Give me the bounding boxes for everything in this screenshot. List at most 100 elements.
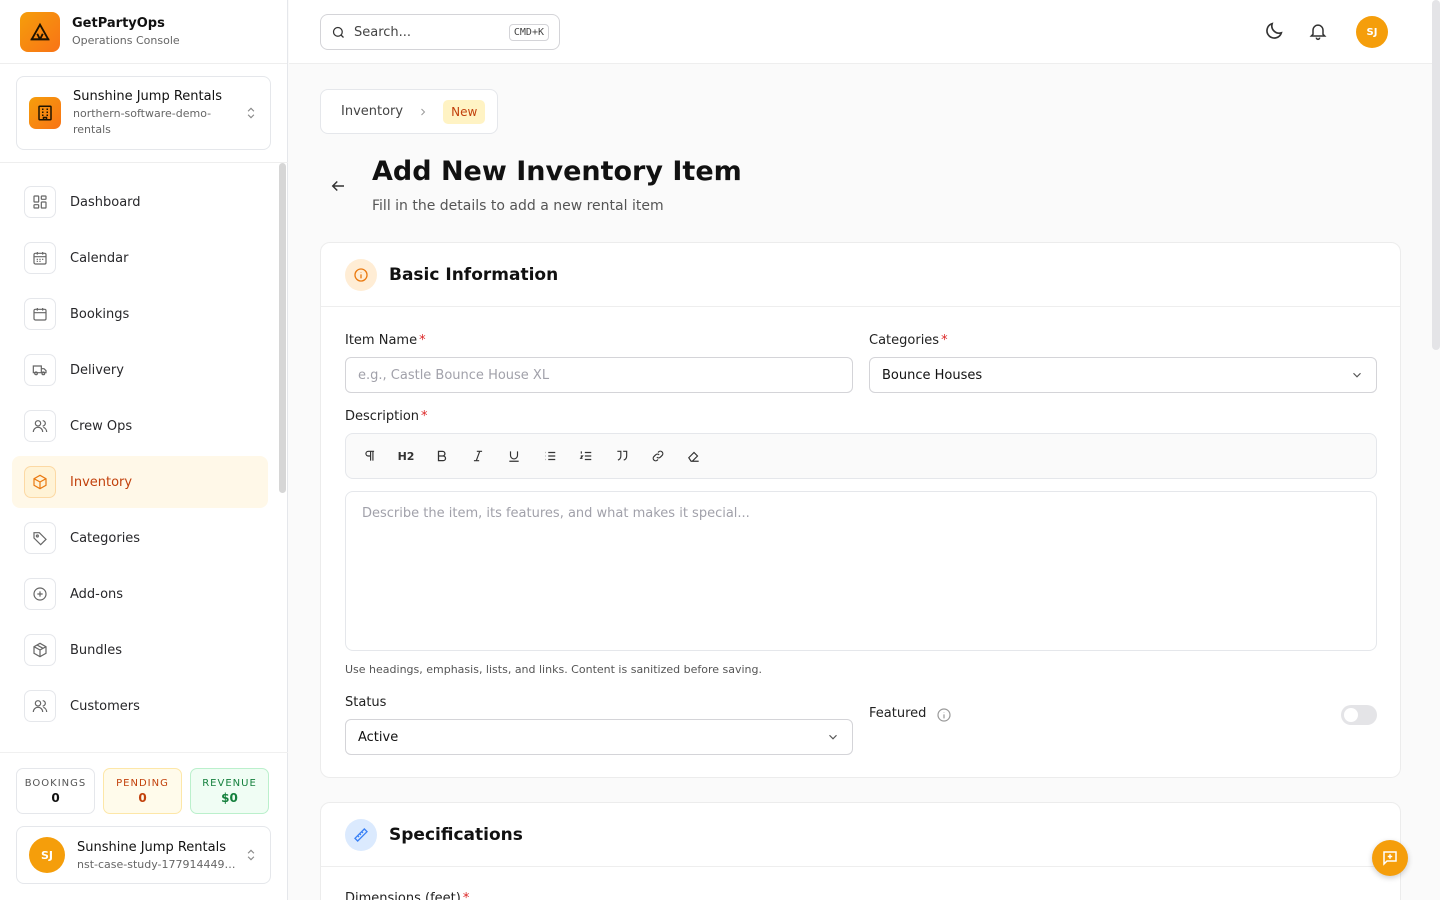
specifications-card: Specifications Dimensions (feet) * bbox=[320, 802, 1401, 900]
info-icon[interactable] bbox=[936, 707, 952, 723]
moon-icon[interactable] bbox=[1263, 20, 1285, 42]
feedback-button[interactable] bbox=[1372, 840, 1408, 876]
message-plus-icon bbox=[1383, 851, 1397, 866]
sidebar-item-label: Inventory bbox=[70, 474, 133, 490]
tag-icon bbox=[24, 522, 56, 554]
plus-circle-icon bbox=[24, 578, 56, 610]
stat-revenue: REVENUE $0 bbox=[190, 768, 269, 814]
topbar: Search... CMD+K SJ bbox=[289, 0, 1440, 64]
bullet-list-icon[interactable] bbox=[540, 446, 560, 466]
search-placeholder: Search... bbox=[354, 24, 412, 40]
stat-pending: PENDING 0 bbox=[103, 768, 182, 814]
search-input[interactable]: Search... CMD+K bbox=[320, 14, 560, 50]
page-scrollbar[interactable] bbox=[1432, 0, 1440, 350]
chevron-right-icon bbox=[421, 108, 426, 115]
package-icon bbox=[24, 634, 56, 666]
breadcrumb-inventory[interactable]: Inventory bbox=[341, 104, 403, 119]
brand-name: GetPartyOps bbox=[72, 16, 165, 31]
users-icon bbox=[24, 690, 56, 722]
sidebar-item-customers[interactable]: Customers bbox=[12, 680, 268, 732]
avatar: SJ bbox=[29, 837, 65, 873]
search-icon bbox=[332, 26, 344, 38]
sidebar-scrollbar[interactable] bbox=[279, 163, 286, 493]
sidebar-stats: BOOKINGS 0 PENDING 0 REVENUE $0 bbox=[16, 768, 269, 814]
status-label: Status bbox=[345, 695, 387, 710]
tent-icon bbox=[30, 22, 50, 40]
sidebar-nav: Dashboard Calendar Bookings Delivery Cre… bbox=[12, 176, 268, 736]
grid-icon bbox=[24, 186, 56, 218]
underline-icon[interactable] bbox=[504, 446, 524, 466]
brand-header: GetPartyOps Operations Console bbox=[0, 0, 287, 64]
sidebar-item-label: Customers bbox=[70, 698, 140, 714]
sidebar-item-label: Crew Ops bbox=[70, 418, 133, 434]
status-select[interactable]: Active bbox=[345, 719, 853, 755]
truck-icon bbox=[24, 354, 56, 386]
search-shortcut: CMD+K bbox=[508, 23, 549, 41]
numbered-list-icon[interactable] bbox=[576, 446, 596, 466]
breadcrumb-current: New bbox=[443, 99, 486, 124]
card-header: Basic Information bbox=[321, 243, 1400, 307]
categories-label: Categories * bbox=[869, 333, 948, 348]
description-editor[interactable]: Describe the item, its features, and wha… bbox=[345, 491, 1377, 651]
description-help-text: Use headings, emphasis, lists, and links… bbox=[345, 663, 762, 676]
page-title: Add New Inventory Item bbox=[372, 156, 742, 187]
chevron-up-down-icon bbox=[247, 849, 255, 861]
sidebar-item-crew-ops[interactable]: Crew Ops bbox=[12, 400, 268, 452]
sidebar: GetPartyOps Operations Console Sunshine … bbox=[0, 0, 288, 900]
chevron-down-icon bbox=[829, 734, 837, 740]
sidebar-item-inventory[interactable]: Inventory bbox=[12, 456, 268, 508]
sidebar-item-delivery[interactable]: Delivery bbox=[12, 344, 268, 396]
sidebar-item-calendar[interactable]: Calendar bbox=[12, 232, 268, 284]
page-subtitle: Fill in the details to add a new rental … bbox=[372, 198, 664, 214]
back-arrow-icon[interactable] bbox=[329, 177, 347, 195]
description-label: Description * bbox=[345, 409, 428, 424]
card-title: Basic Information bbox=[389, 264, 559, 285]
paragraph-icon[interactable] bbox=[360, 446, 380, 466]
sidebar-item-label: Calendar bbox=[70, 250, 129, 266]
sidebar-item-add-ons[interactable]: Add-ons bbox=[12, 568, 268, 620]
sidebar-item-label: Bookings bbox=[70, 306, 130, 322]
sidebar-item-label: Categories bbox=[70, 530, 141, 546]
sidebar-item-label: Dashboard bbox=[70, 194, 141, 210]
box-icon bbox=[24, 466, 56, 498]
sidebar-divider bbox=[0, 752, 288, 753]
eraser-icon[interactable] bbox=[684, 446, 704, 466]
user-name: Sunshine Jump Rentals bbox=[77, 839, 226, 855]
dimensions-label: Dimensions (feet) * bbox=[345, 891, 470, 900]
sidebar-item-bundles[interactable]: Bundles bbox=[12, 624, 268, 676]
calendar-grid-icon bbox=[24, 242, 56, 274]
org-name: Sunshine Jump Rentals bbox=[73, 88, 222, 104]
basic-information-card: Basic Information Item Name * e.g., Castl… bbox=[320, 242, 1401, 778]
card-title: Specifications bbox=[389, 824, 523, 845]
featured-label: Featured bbox=[869, 706, 927, 721]
sidebar-divider bbox=[0, 162, 288, 163]
user-email: nst-case-study-1779144491... bbox=[77, 857, 236, 871]
featured-toggle[interactable] bbox=[1341, 705, 1377, 725]
users-icon bbox=[24, 410, 56, 442]
user-switcher[interactable]: SJ Sunshine Jump Rentals nst-case-study-… bbox=[16, 826, 271, 884]
chevron-down-icon bbox=[1353, 372, 1361, 378]
sidebar-item-dashboard[interactable]: Dashboard bbox=[12, 176, 268, 228]
sidebar-item-label: Delivery bbox=[70, 362, 124, 378]
heading-icon[interactable]: H2 bbox=[396, 446, 416, 466]
italic-icon[interactable] bbox=[468, 446, 488, 466]
bold-icon[interactable] bbox=[432, 446, 452, 466]
bell-icon[interactable] bbox=[1308, 20, 1328, 42]
sidebar-item-bookings[interactable]: Bookings bbox=[12, 288, 268, 340]
avatar[interactable]: SJ bbox=[1356, 16, 1388, 48]
sidebar-item-categories[interactable]: Categories bbox=[12, 512, 268, 564]
org-switcher[interactable]: Sunshine Jump Rentals northern-software-… bbox=[16, 76, 271, 150]
info-icon bbox=[345, 258, 377, 291]
editor-toolbar: H2 bbox=[345, 433, 1377, 479]
card-header: Specifications bbox=[321, 803, 1400, 867]
quote-icon[interactable] bbox=[612, 446, 632, 466]
item-name-input[interactable]: e.g., Castle Bounce House XL bbox=[345, 357, 853, 393]
breadcrumb: Inventory New bbox=[320, 89, 499, 134]
categories-select[interactable]: Bounce Houses bbox=[869, 357, 1377, 393]
brand-subtitle: Operations Console bbox=[72, 34, 180, 47]
stat-bookings: BOOKINGS 0 bbox=[16, 768, 95, 814]
link-icon[interactable] bbox=[648, 446, 668, 466]
sidebar-item-label: Bundles bbox=[70, 642, 123, 658]
sidebar-item-label: Add-ons bbox=[70, 586, 124, 602]
toggle-knob bbox=[1344, 708, 1358, 722]
